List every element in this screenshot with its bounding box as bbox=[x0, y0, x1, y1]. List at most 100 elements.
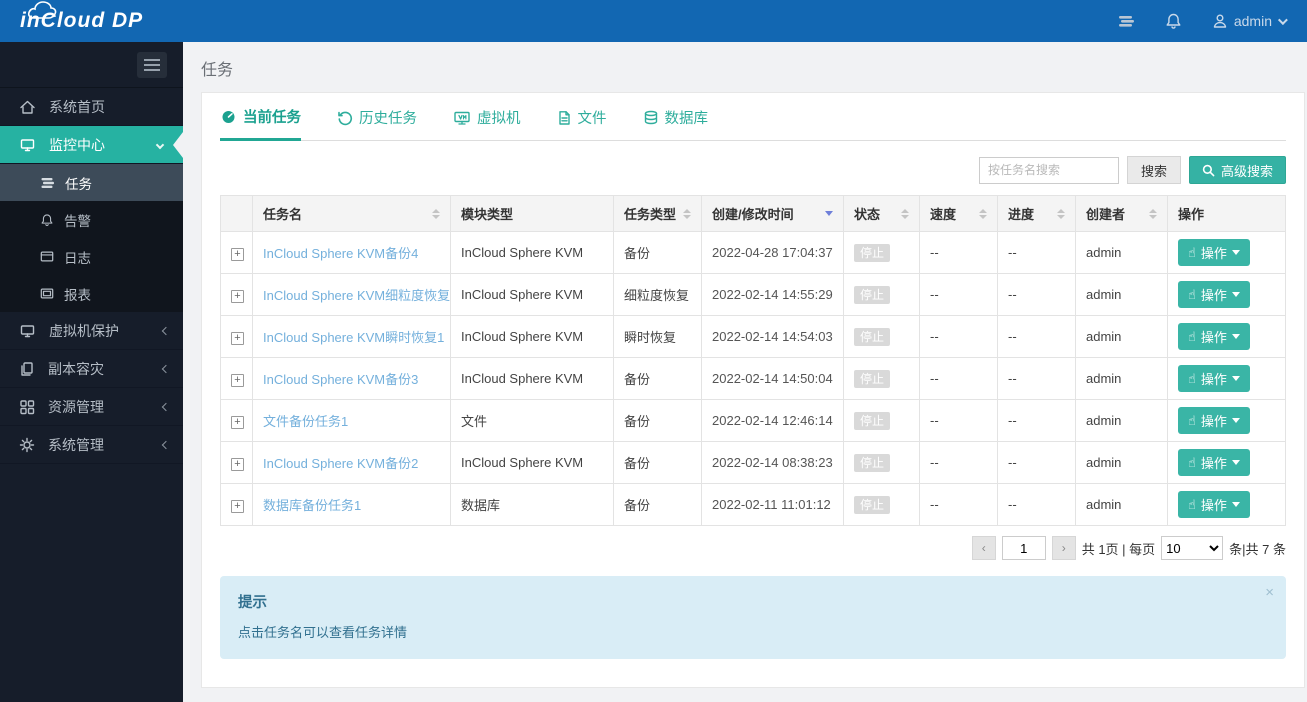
expand-row-icon[interactable]: + bbox=[231, 373, 244, 387]
creator-cell: admin bbox=[1075, 441, 1168, 484]
task-name-link[interactable]: 数据库备份任务1 bbox=[263, 498, 361, 513]
chevron-down-icon bbox=[1231, 250, 1240, 255]
notifications-bell-icon[interactable] bbox=[1165, 12, 1182, 30]
col-task-type[interactable]: 任务类型 bbox=[613, 195, 702, 232]
sidebar-item-replica-dr[interactable]: 副本容灾 bbox=[0, 350, 183, 388]
col-status[interactable]: 状态 bbox=[843, 195, 920, 232]
log-icon bbox=[40, 251, 54, 262]
pagination: ‹ › 共 1页 | 每页 10 条|共 7 条 bbox=[220, 536, 1286, 560]
task-type-cell: 备份 bbox=[613, 441, 702, 484]
vm-icon bbox=[454, 111, 470, 125]
expand-row-icon[interactable]: + bbox=[231, 331, 244, 345]
row-action-button[interactable]: ☝ 操作 bbox=[1178, 491, 1250, 518]
row-action-button[interactable]: ☝ 操作 bbox=[1178, 449, 1250, 476]
col-create-time[interactable]: 创建/修改时间 bbox=[701, 195, 844, 232]
chevron-left-icon bbox=[161, 440, 171, 449]
task-name-link[interactable]: InCloud Sphere KVM备份3 bbox=[263, 372, 418, 387]
speed-cell: -- bbox=[919, 231, 998, 274]
sidebar-item-alerts[interactable]: 告警 bbox=[0, 201, 183, 238]
bell-icon bbox=[41, 213, 53, 226]
col-speed[interactable]: 速度 bbox=[919, 195, 998, 232]
sidebar-item-home[interactable]: 系统首页 bbox=[0, 88, 183, 126]
tasks-icon bbox=[41, 177, 54, 188]
sidebar-item-vm-protection[interactable]: 虚拟机保护 bbox=[0, 312, 183, 350]
row-action-button[interactable]: ☝ 操作 bbox=[1178, 239, 1250, 266]
chevron-down-icon bbox=[155, 140, 165, 149]
expand-row-icon[interactable]: + bbox=[231, 457, 244, 471]
sidebar-collapse-button[interactable] bbox=[137, 51, 167, 78]
create-time-cell: 2022-02-11 11:01:12 bbox=[701, 483, 844, 526]
task-name-link[interactable]: InCloud Sphere KVM备份4 bbox=[263, 246, 418, 261]
row-action-button[interactable]: ☝ 操作 bbox=[1178, 323, 1250, 350]
gauge-icon bbox=[222, 110, 235, 123]
total-count-text: 条|共 7 条 bbox=[1229, 541, 1286, 557]
col-progress[interactable]: 进度 bbox=[997, 195, 1076, 232]
row-action-button[interactable]: ☝ 操作 bbox=[1178, 407, 1250, 434]
search-button[interactable]: 搜索 bbox=[1126, 156, 1181, 184]
status-badge: 停止 bbox=[854, 412, 891, 430]
close-icon[interactable]: × bbox=[1265, 584, 1274, 601]
server-list-icon[interactable] bbox=[1117, 13, 1135, 29]
advanced-search-button[interactable]: 高级搜索 bbox=[1188, 156, 1286, 184]
tip-box: 提示 点击任务名可以查看任务详情 × bbox=[220, 576, 1286, 659]
hand-pointer-icon: ☝ bbox=[1188, 245, 1196, 260]
sidebar-item-monitoring-center[interactable]: 监控中心 bbox=[0, 126, 183, 164]
user-icon bbox=[1213, 14, 1227, 28]
next-page-button[interactable]: › bbox=[1051, 536, 1076, 560]
col-creator[interactable]: 创建者 bbox=[1075, 195, 1168, 232]
sidebar-item-reports[interactable]: 报表 bbox=[0, 275, 183, 312]
main-content: 任务 当前任务 历史任务 虚拟机 文件 数据库 按任务名搜索 搜索 高级搜索 任… bbox=[183, 42, 1307, 702]
tab-files[interactable]: 文件 bbox=[557, 106, 607, 140]
tasks-table: 任务名 模块类型 任务类型 创建/修改时间 状态 速度 进度 创建者 操作 + … bbox=[220, 195, 1286, 526]
expand-row-icon[interactable]: + bbox=[231, 247, 244, 261]
expand-row-icon[interactable]: + bbox=[231, 415, 244, 429]
chevron-down-icon bbox=[1231, 460, 1240, 465]
prev-page-button[interactable]: ‹ bbox=[971, 536, 996, 560]
creator-cell: admin bbox=[1075, 273, 1168, 316]
row-action-button[interactable]: ☝ 操作 bbox=[1178, 365, 1250, 392]
sidebar-item-system-mgmt[interactable]: 系统管理 bbox=[0, 426, 183, 464]
table-row: + InCloud Sphere KVM备份2 InCloud Sphere K… bbox=[220, 441, 1286, 484]
tab-databases[interactable]: 数据库 bbox=[643, 106, 708, 140]
sidebar-item-resource-mgmt[interactable]: 资源管理 bbox=[0, 388, 183, 426]
task-name-link[interactable]: InCloud Sphere KVM备份2 bbox=[263, 456, 418, 471]
chevron-left-icon bbox=[161, 326, 171, 335]
module-type-cell: InCloud Sphere KVM bbox=[450, 357, 614, 400]
chevron-down-icon bbox=[1231, 334, 1240, 339]
progress-cell: -- bbox=[997, 441, 1076, 484]
task-name-link[interactable]: InCloud Sphere KVM瞬时恢复1 bbox=[263, 330, 444, 345]
create-time-cell: 2022-04-28 17:04:37 bbox=[701, 231, 844, 274]
task-name-link[interactable]: InCloud Sphere KVM细粒度恢复1 bbox=[263, 288, 450, 303]
task-type-cell: 备份 bbox=[613, 231, 702, 274]
module-type-cell: InCloud Sphere KVM bbox=[450, 231, 614, 274]
sidebar-submenu: 任务 告警 日志 报表 bbox=[0, 164, 183, 312]
sidebar-item-tasks[interactable]: 任务 bbox=[0, 164, 183, 201]
file-icon bbox=[558, 110, 570, 125]
table-row: + 数据库备份任务1 数据库 备份 2022-02-11 11:01:12 停止… bbox=[220, 483, 1286, 526]
status-badge: 停止 bbox=[854, 370, 891, 388]
page-size-select[interactable]: 10 bbox=[1161, 536, 1224, 560]
user-name: admin bbox=[1233, 13, 1272, 29]
progress-cell: -- bbox=[997, 273, 1076, 316]
top-bar: inCloud DP admin bbox=[0, 0, 1307, 42]
module-type-cell: InCloud Sphere KVM bbox=[450, 441, 614, 484]
app-logo: inCloud DP bbox=[0, 1, 143, 33]
create-time-cell: 2022-02-14 08:38:23 bbox=[701, 441, 844, 484]
user-menu[interactable]: admin bbox=[1212, 13, 1288, 29]
search-input[interactable] bbox=[978, 156, 1119, 184]
sidebar-item-logs[interactable]: 日志 bbox=[0, 238, 183, 275]
page-number-input[interactable] bbox=[1001, 536, 1046, 560]
tab-history-tasks[interactable]: 历史任务 bbox=[337, 106, 417, 140]
task-name-link[interactable]: 文件备份任务1 bbox=[263, 414, 348, 429]
speed-cell: -- bbox=[919, 357, 998, 400]
tab-virtual-machines[interactable]: 虚拟机 bbox=[453, 106, 521, 140]
speed-cell: -- bbox=[919, 399, 998, 442]
col-task-name[interactable]: 任务名 bbox=[252, 195, 451, 232]
gear-icon bbox=[19, 437, 35, 452]
row-action-button[interactable]: ☝ 操作 bbox=[1178, 281, 1250, 308]
expand-row-icon[interactable]: + bbox=[231, 289, 244, 303]
tab-current-tasks[interactable]: 当前任务 bbox=[220, 106, 301, 141]
tasks-card: 当前任务 历史任务 虚拟机 文件 数据库 按任务名搜索 搜索 高级搜索 任务名 … bbox=[201, 92, 1305, 688]
expand-row-icon[interactable]: + bbox=[231, 499, 244, 513]
chevron-left-icon bbox=[161, 364, 171, 373]
